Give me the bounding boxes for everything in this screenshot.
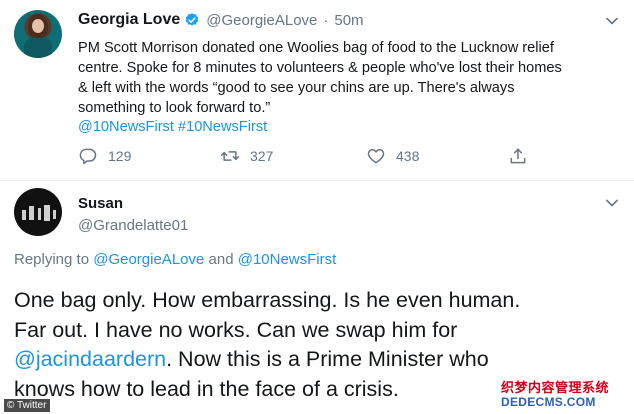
avatar-detail <box>38 208 41 220</box>
like-count: 438 <box>396 148 420 164</box>
watermark-line: DEDECMS.COM <box>501 395 596 409</box>
chevron-down-icon[interactable] <box>606 17 618 25</box>
avatar-figure <box>24 36 52 58</box>
reply-header: Susan @Grandelatte01 <box>78 195 188 237</box>
time-separator: · <box>323 11 329 29</box>
tweet-header: Georgia Love @GeorgieALove · 50m <box>78 11 364 29</box>
reply-text-line: One bag only. How embarrassing. Is he ev… <box>14 288 521 312</box>
like-button[interactable]: 438 <box>366 146 419 166</box>
avatar-detail <box>22 210 26 220</box>
reply-author-handle[interactable]: @Grandelatte01 <box>78 215 188 237</box>
image-credit: © Twitter <box>4 399 51 412</box>
share-button[interactable] <box>508 146 538 166</box>
original-tweet: Georgia Love @GeorgieALove · 50m PM Scot… <box>0 0 634 181</box>
tweet-text-line: centre. Spoke for 8 minutes to volunteer… <box>78 60 562 76</box>
avatar-detail <box>29 206 34 220</box>
watermark-line: 织梦内容管理系统 <box>501 380 610 395</box>
retweet-icon <box>220 151 240 161</box>
verified-icon <box>185 13 199 26</box>
tweet-text-line: PM Scott Morrison donated one Woolies ba… <box>78 40 554 56</box>
avatar-detail <box>53 210 56 219</box>
retweet-count: 327 <box>250 148 274 164</box>
avatar-face <box>32 19 44 33</box>
watermark: 织梦内容管理系统 DEDECMS.COM <box>497 375 631 411</box>
hashtags-link[interactable]: @10NewsFirst #10NewsFirst <box>78 117 267 137</box>
tweet-time[interactable]: 50m <box>334 12 363 29</box>
reply-count: 129 <box>108 148 132 164</box>
chevron-down-icon[interactable] <box>606 199 618 207</box>
like-icon <box>367 149 385 164</box>
replying-user-link[interactable]: @10NewsFirst <box>238 251 337 268</box>
replying-and: and <box>208 251 234 268</box>
replying-to: Replying to @GeorgieALove and @10NewsFir… <box>14 251 336 268</box>
mention-link[interactable]: @jacindaardern <box>14 347 166 371</box>
retweet-button[interactable]: 327 <box>220 146 273 166</box>
reply-author-name[interactable]: Susan <box>78 195 188 213</box>
avatar-susan[interactable] <box>14 188 62 236</box>
reply-text-line: Far out. I have no works. Can we swap hi… <box>14 317 458 342</box>
replying-prefix: Replying to <box>14 251 90 268</box>
replying-user-link[interactable]: @GeorgieALove <box>93 251 204 268</box>
share-icon <box>510 148 526 164</box>
avatar-detail <box>44 205 50 221</box>
author-handle[interactable]: @GeorgieALove <box>206 12 317 29</box>
author-name[interactable]: Georgia Love <box>78 11 180 29</box>
reply-text-fragment: . Now this is a Prime Minister who <box>166 347 489 371</box>
tweet-text-line: something to look forward to.” <box>78 100 271 116</box>
reply-text-line: @jacindaardern. Now this is a Prime Mini… <box>14 345 624 375</box>
reply-button[interactable]: 129 <box>78 146 131 166</box>
avatar-georgia[interactable] <box>14 10 62 58</box>
tweet-actions: 129 327 438 <box>78 146 538 168</box>
tweet-text: PM Scott Morrison donated one Woolies ba… <box>78 38 623 118</box>
tweet-text-line: & left with the words “good to see your … <box>78 80 515 96</box>
reply-icon <box>79 148 97 165</box>
